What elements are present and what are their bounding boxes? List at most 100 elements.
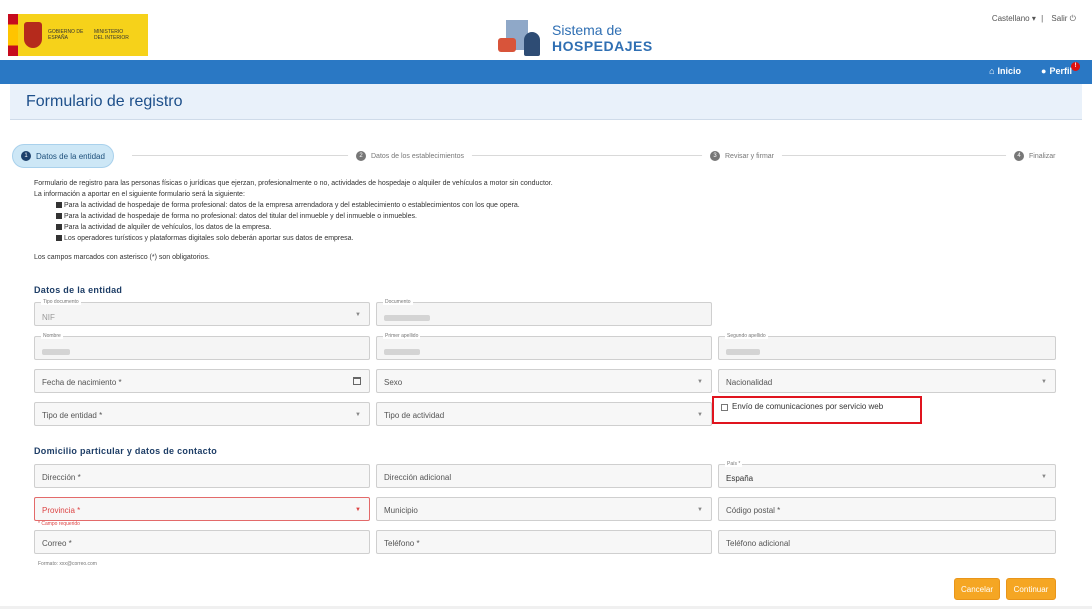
nacionalidad-select[interactable]: Nacionalidad ▼ xyxy=(718,369,1056,393)
intro-bullet: Para la actividad de hospedaje de forma … xyxy=(34,200,1074,211)
direccion-adicional-input[interactable]: Dirección adicional xyxy=(376,464,712,488)
web-service-checkbox-highlight: Envío de comunicaciones por servicio web xyxy=(712,396,922,424)
field-label: Primer apellido xyxy=(383,333,421,339)
chevron-down-icon: ▼ xyxy=(355,507,361,513)
direccion-input[interactable]: Dirección * xyxy=(34,464,370,488)
fecha-nacimiento-input[interactable]: Fecha de nacimiento * xyxy=(34,369,370,393)
intro-text: Formulario de registro para las personas… xyxy=(34,178,1074,263)
chevron-down-icon: ▼ xyxy=(697,507,703,513)
chevron-down-icon: ▼ xyxy=(697,412,703,418)
field-label: Segundo apellido xyxy=(725,333,768,339)
field-placeholder: Tipo de entidad * xyxy=(42,411,103,420)
stepper: 1 Datos de la entidad 2 Datos de los est… xyxy=(12,144,1078,168)
step-number: 2 xyxy=(356,151,366,161)
title-band: Formulario de registro xyxy=(10,84,1082,120)
calendar-icon[interactable] xyxy=(353,377,361,385)
step-label: Revisar y firmar xyxy=(725,152,775,160)
step-finalizar[interactable]: 4 Finalizar xyxy=(1006,144,1064,168)
primer-apellido-input[interactable]: Primer apellido xyxy=(376,333,712,360)
tipo-actividad-select[interactable]: Tipo de actividad ▼ xyxy=(376,402,712,426)
redacted-value xyxy=(726,347,760,356)
flag-stripe xyxy=(8,14,18,56)
step-revisar-firmar[interactable]: 3 Revisar y firmar xyxy=(702,144,783,168)
field-label: Tipo documento xyxy=(41,299,81,305)
correo-format-hint: Formato: xxx@correo.com xyxy=(38,561,97,567)
nav-home[interactable]: ⌂ Inicio xyxy=(989,66,1021,76)
intro-line-1: Formulario de registro para las personas… xyxy=(34,180,553,187)
chevron-down-icon: ▼ xyxy=(1041,379,1047,385)
web-service-checkbox[interactable] xyxy=(721,404,728,411)
field-placeholder: Teléfono * xyxy=(384,539,420,548)
app-name-line2: HOSPEDAJES xyxy=(552,37,653,54)
app-name-line1: Sistema de xyxy=(552,21,623,38)
chevron-down-icon: ▼ xyxy=(697,379,703,385)
correo-input[interactable]: Correo * xyxy=(34,530,370,554)
field-placeholder: Dirección * xyxy=(42,473,81,482)
government-logo[interactable]: GOBIERNO DE ESPAÑA MINISTERIO DEL INTERI… xyxy=(8,14,148,56)
field-placeholder: Teléfono adicional xyxy=(726,539,791,548)
nav-profile[interactable]: ● Perfil ! xyxy=(1041,62,1080,76)
header-links: Castellano ▾ | Salir ⏻ xyxy=(986,14,1076,24)
chevron-down-icon: ▼ xyxy=(1041,474,1047,480)
stepper-line xyxy=(132,155,1048,156)
web-service-checkbox-label[interactable]: Envío de comunicaciones por servicio web xyxy=(732,402,883,411)
home-icon: ⌂ xyxy=(989,66,995,76)
nav-home-label: Inicio xyxy=(997,66,1022,76)
step-datos-entidad[interactable]: 1 Datos de la entidad xyxy=(12,144,114,168)
intro-line-2: La información a aportar en el siguiente… xyxy=(34,191,245,198)
gov-logo-text: GOBIERNO DE ESPAÑA xyxy=(48,29,84,41)
intro-bullet: Para la actividad de alquiler de vehícul… xyxy=(34,222,1074,233)
step-number: 1 xyxy=(21,151,31,161)
step-datos-establecimientos[interactable]: 2 Datos de los establecimientos xyxy=(348,144,472,168)
language-selector[interactable]: Castellano ▾ xyxy=(989,14,1036,23)
logout-link[interactable]: Salir ⏻ xyxy=(1048,14,1076,23)
step-label: Finalizar xyxy=(1029,152,1056,160)
intro-bullet: Para la actividad de hospedaje de forma … xyxy=(34,211,1074,222)
page-title: Formulario de registro xyxy=(26,93,183,110)
section-title-entity: Datos de la entidad xyxy=(34,285,123,295)
step-number: 3 xyxy=(710,151,720,161)
required-note: Los campos marcados con asterisco (*) so… xyxy=(34,254,210,261)
nombre-input[interactable]: Nombre xyxy=(34,333,370,360)
documento-input[interactable]: Documento xyxy=(376,299,712,326)
field-placeholder: Provincia * xyxy=(42,506,81,515)
field-value: España xyxy=(726,474,754,483)
field-placeholder: Tipo de actividad xyxy=(384,411,445,420)
field-placeholder: Código postal * xyxy=(726,506,781,515)
sexo-select[interactable]: Sexo ▼ xyxy=(376,369,712,393)
field-label: País * xyxy=(725,461,743,467)
page: GOBIERNO DE ESPAÑA MINISTERIO DEL INTERI… xyxy=(0,0,1092,609)
coat-of-arms-icon xyxy=(24,22,42,48)
redacted-value xyxy=(42,347,70,356)
continue-button[interactable]: Continuar xyxy=(1006,578,1056,600)
step-label: Datos de los establecimientos xyxy=(371,152,464,160)
field-placeholder: Fecha de nacimiento * xyxy=(42,378,122,387)
tipo-documento-select[interactable]: Tipo documento NIF ▼ xyxy=(34,299,370,326)
redacted-value xyxy=(384,347,420,356)
nav-profile-label: Perfil xyxy=(1049,66,1072,76)
telefono-input[interactable]: Teléfono * xyxy=(376,530,712,554)
chevron-down-icon: ▼ xyxy=(355,412,361,418)
notification-badge: ! xyxy=(1071,62,1080,71)
field-placeholder: Nacionalidad xyxy=(726,378,773,387)
intro-bullet: Los operadores turísticos y plataformas … xyxy=(34,233,1074,244)
cancel-button[interactable]: Cancelar xyxy=(954,578,1000,600)
tipo-entidad-select[interactable]: Tipo de entidad * ▼ xyxy=(34,402,370,426)
step-number: 4 xyxy=(1014,151,1024,161)
field-label: Documento xyxy=(383,299,413,305)
ministry-logo-text: MINISTERIO DEL INTERIOR xyxy=(94,29,129,41)
field-placeholder: Dirección adicional xyxy=(384,473,452,482)
field-value: NIF xyxy=(42,313,55,322)
segundo-apellido-input[interactable]: Segundo apellido xyxy=(718,333,1056,360)
codigo-postal-input[interactable]: Código postal * xyxy=(718,497,1056,521)
telefono-adicional-input[interactable]: Teléfono adicional xyxy=(718,530,1056,554)
provincia-select[interactable]: Provincia * ▼ xyxy=(34,497,370,521)
field-placeholder: Sexo xyxy=(384,378,403,387)
field-placeholder: Municipio xyxy=(384,506,418,515)
step-label: Datos de la entidad xyxy=(36,151,105,161)
pais-select[interactable]: País * España ▼ xyxy=(718,461,1056,488)
app-brand[interactable]: Sistema de HOSPEDAJES xyxy=(498,18,653,58)
provincia-error: * Campo requerido xyxy=(38,521,80,527)
chevron-down-icon: ▼ xyxy=(355,312,361,318)
municipio-select[interactable]: Municipio ▼ xyxy=(376,497,712,521)
